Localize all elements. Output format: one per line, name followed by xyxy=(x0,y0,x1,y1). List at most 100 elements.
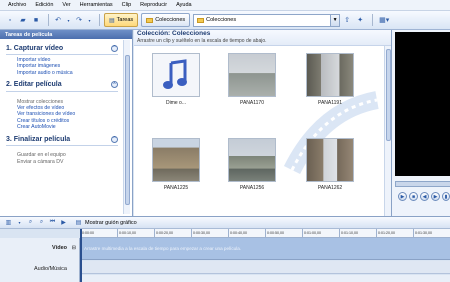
zoom-out-icon[interactable]: ⌕ xyxy=(37,219,46,226)
section-title-text: 2. Editar película xyxy=(6,81,62,89)
video-track-hint: Arrastre multimedia a la escala de tiemp… xyxy=(84,246,242,251)
task-section-edit: 2. Editar película ⌃ Mostrar colecciones… xyxy=(0,79,132,130)
collections-button[interactable]: Colecciones xyxy=(141,13,191,27)
clip-label: PANA1191 xyxy=(318,100,342,106)
ruler-tick: 0:00:40,00 xyxy=(228,229,265,237)
ruler-tick: 0:00:10,00 xyxy=(117,229,154,237)
collapse-icon[interactable]: ⌃ xyxy=(111,81,118,89)
menu-clip[interactable]: Clip xyxy=(122,2,131,8)
clip-item[interactable]: PANA1170 xyxy=(222,53,282,106)
menu-reproducir[interactable]: Reproducir xyxy=(140,2,167,8)
section-title-text: 1. Capturar vídeo xyxy=(6,44,64,52)
photo-thumbnail xyxy=(228,53,276,97)
dropdown-icon[interactable]: ▾ xyxy=(15,220,24,225)
section-title[interactable]: 3. Finalizar película ⌃ xyxy=(6,133,132,145)
folder-icon xyxy=(146,17,154,23)
audio-music-track[interactable] xyxy=(80,261,450,274)
ruler-tick: 0:00:20,00 xyxy=(154,229,191,237)
views-icon[interactable]: ▦▾ xyxy=(377,15,391,25)
clip-item[interactable]: PANA1262 xyxy=(300,138,360,191)
collapse-icon[interactable]: ⌃ xyxy=(111,44,118,52)
tasks-scrollbar[interactable] xyxy=(123,40,130,214)
task-link[interactable]: Importar audio o música xyxy=(6,70,132,76)
save-project-icon[interactable]: ■ xyxy=(31,15,41,25)
ruler-tick: 0:01:30,00 xyxy=(413,229,450,237)
stop-icon[interactable]: ■ xyxy=(409,192,418,201)
menu-herramientas[interactable]: Herramientas xyxy=(80,2,113,8)
chevron-down-icon[interactable]: ▼ xyxy=(330,14,340,26)
collection-header: Colección: Colecciones Arrastre un clip … xyxy=(134,30,391,46)
timeline-toolbar: ▥ ▾ ⌕ ⌕ ⏮ ▶ ▤ Mostrar guión gráfico xyxy=(0,216,450,229)
photo-thumbnail xyxy=(306,53,354,97)
undo-dropdown-icon[interactable]: ▾ xyxy=(66,15,71,25)
video-track-label: Vídeo xyxy=(52,245,67,251)
tasks-button[interactable]: ▤ Tareas xyxy=(104,13,139,27)
folder-icon xyxy=(197,17,205,23)
video-track[interactable]: Arrastre multimedia a la escala de tiemp… xyxy=(80,238,450,260)
next-frame-icon[interactable]: ▶ xyxy=(431,192,440,201)
clip-item[interactable]: PANA1191 xyxy=(300,53,360,106)
clip-label: PANA1256 xyxy=(239,185,265,191)
new-project-icon[interactable]: ▫ xyxy=(5,15,15,25)
menu-bar: Archivo Edición Ver Herramientas Clip Re… xyxy=(0,0,450,11)
timeline-ruler[interactable]: 0:00:00 0:00:10,00 0:00:20,00 0:00:30,00… xyxy=(80,229,450,238)
menu-archivo[interactable]: Archivo xyxy=(8,2,26,8)
task-link[interactable]: Crear AutoMovie xyxy=(6,124,132,130)
expand-icon[interactable]: ⊟ xyxy=(72,245,76,251)
ruler-tick: 0:01:20,00 xyxy=(376,229,413,237)
menu-ver[interactable]: Ver xyxy=(62,2,70,8)
playhead[interactable] xyxy=(80,229,82,282)
toolbar: ▫ ▰ ■ ↶ ▾ ↷ ▾ ▤ Tareas Colecciones Colec… xyxy=(0,11,450,30)
preview-screen xyxy=(395,32,450,176)
preview-monitor-pane: ▶ ■ ◀ ▶ ▮ xyxy=(391,30,450,216)
zoom-in-icon[interactable]: ⌕ xyxy=(26,219,35,226)
movie-tasks-pane: Tareas de película 1. Capturar vídeo ⌃ I… xyxy=(0,30,133,216)
collection-subtitle: Arrastre un clip y suéltelo en la escala… xyxy=(137,38,267,44)
clip-label: PANA1225 xyxy=(163,185,189,191)
set-audio-levels-icon[interactable]: ▥ xyxy=(4,219,13,226)
task-section-capture: 1. Capturar vídeo ⌃ Importar vídeo Impor… xyxy=(0,42,132,76)
ruler-tick: 0:00:00 xyxy=(80,229,117,237)
up-level-icon[interactable]: ⇧ xyxy=(342,15,352,25)
collection-select-value: Colecciones xyxy=(206,17,237,23)
section-title[interactable]: 1. Capturar vídeo ⌃ xyxy=(6,42,132,54)
collapse-icon[interactable]: ⌃ xyxy=(111,135,118,143)
tasks-button-label: Tareas xyxy=(116,17,134,23)
open-project-icon[interactable]: ▰ xyxy=(18,15,28,25)
toolbar-separator xyxy=(99,14,100,26)
section-title[interactable]: 2. Editar película ⌃ xyxy=(6,79,132,91)
rewind-timeline-icon[interactable]: ⏮ xyxy=(48,219,57,226)
scrollbar-thumb[interactable] xyxy=(125,55,130,205)
menu-ayuda[interactable]: Ayuda xyxy=(176,2,192,8)
seek-bar[interactable] xyxy=(395,181,450,187)
collections-button-label: Colecciones xyxy=(155,17,186,23)
track-labels: Vídeo ⊟ Audio/Música xyxy=(0,238,80,282)
redo-dropdown-icon[interactable]: ▾ xyxy=(87,15,92,25)
task-item[interactable]: Enviar a cámara DV xyxy=(6,159,132,165)
new-folder-icon[interactable]: ✦ xyxy=(355,15,365,25)
collection-select[interactable]: Colecciones ▼ xyxy=(193,13,341,27)
audio-track-label: Audio/Música xyxy=(33,266,67,272)
collection-scrollbar[interactable] xyxy=(384,46,391,216)
photo-thumbnail xyxy=(228,138,276,182)
title-overlay-track[interactable] xyxy=(80,275,450,282)
tasks-icon: ▤ xyxy=(109,17,115,24)
clip-item[interactable]: PANA1256 xyxy=(222,138,282,191)
storyboard-icon: ▤ xyxy=(75,220,82,226)
clip-item[interactable]: PANA1225 xyxy=(146,138,206,191)
play-icon[interactable]: ▶ xyxy=(398,192,407,201)
redo-icon[interactable]: ↷ xyxy=(74,15,84,25)
play-timeline-icon[interactable]: ▶ xyxy=(59,219,68,226)
show-storyboard-button[interactable]: ▤ Mostrar guión gráfico xyxy=(74,219,137,227)
clip-item[interactable]: Dime o... xyxy=(146,53,206,106)
section-title-text: 3. Finalizar película xyxy=(6,135,71,143)
ruler-tick: 0:01:10,00 xyxy=(339,229,376,237)
toolbar-separator xyxy=(372,14,374,26)
collection-pane: Colección: Colecciones Arrastre un clip … xyxy=(134,30,391,216)
undo-icon[interactable]: ↶ xyxy=(53,15,63,25)
clip-label: PANA1262 xyxy=(317,185,343,191)
previous-frame-icon[interactable]: ◀ xyxy=(420,192,429,201)
split-icon[interactable]: ▮ xyxy=(442,192,450,201)
menu-edicion[interactable]: Edición xyxy=(35,2,53,8)
show-storyboard-label: Mostrar guión gráfico xyxy=(85,219,137,226)
